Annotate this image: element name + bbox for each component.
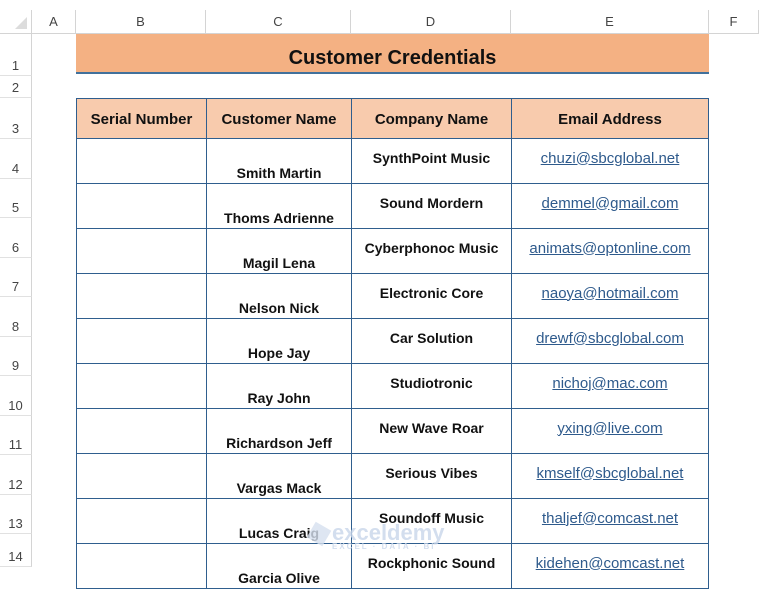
serial-cell[interactable] <box>76 498 207 544</box>
customer-name-cell[interactable]: Ray John <box>206 363 352 409</box>
table-row: Vargas Mack Serious Vibes kmself@sbcglobal… <box>76 453 709 499</box>
company-name-cell[interactable]: SynthPoint Music <box>351 138 512 184</box>
email-link[interactable]: chuzi@sbcglobal.net <box>541 150 680 167</box>
column-header-d[interactable]: D <box>351 10 511 34</box>
column-header-a[interactable]: A <box>32 10 76 34</box>
email-link[interactable]: kidehen@comcast.net <box>536 555 685 572</box>
serial-cell[interactable] <box>76 138 207 184</box>
serial-cell[interactable] <box>76 408 207 454</box>
company-name-cell[interactable]: Cyberphonoc Music <box>351 228 512 274</box>
table-header-row: Serial Number Customer Name Company Name… <box>76 98 709 139</box>
select-all-corner[interactable] <box>0 10 32 34</box>
table-row: Smith Martin SynthPoint Music chuzi@sbcglo… <box>76 138 709 184</box>
customer-name-cell[interactable]: Hope Jay <box>206 318 352 364</box>
row-header-1[interactable]: 1 <box>0 34 32 76</box>
serial-cell[interactable] <box>76 543 207 589</box>
company-name-cell[interactable]: Serious Vibes <box>351 453 512 499</box>
row-header-2[interactable]: 2 <box>0 76 32 98</box>
header-customer-name[interactable]: Customer Name <box>206 98 352 139</box>
column-header-e[interactable]: E <box>511 10 709 34</box>
email-cell[interactable]: kmself@sbcglobal.net <box>511 453 709 499</box>
email-cell[interactable]: demmel@gmail.com <box>511 183 709 229</box>
header-email-address[interactable]: Email Address <box>511 98 709 139</box>
table-row: Ray John Studiotronic nichoj@mac.com <box>76 363 709 409</box>
company-name-cell[interactable]: Sound Mordern <box>351 183 512 229</box>
email-cell[interactable]: chuzi@sbcglobal.net <box>511 138 709 184</box>
watermark: exceldemy EXCEL · DATA · BI <box>306 520 445 551</box>
email-link[interactable]: demmel@gmail.com <box>542 195 679 212</box>
row-header-4[interactable]: 4 <box>0 139 32 179</box>
row-header-10[interactable]: 10 <box>0 376 32 416</box>
table-row: Richardson Jeff New Wave Roar yxing@live.c… <box>76 408 709 454</box>
company-name-cell[interactable]: New Wave Roar <box>351 408 512 454</box>
company-name-cell[interactable]: Studiotronic <box>351 363 512 409</box>
email-link[interactable]: naoya@hotmail.com <box>542 285 679 302</box>
column-header-c[interactable]: C <box>206 10 351 34</box>
row-header-13[interactable]: 13 <box>0 495 32 534</box>
column-header-b[interactable]: B <box>76 10 206 34</box>
serial-cell[interactable] <box>76 273 207 319</box>
exceldemy-logo-icon <box>306 521 332 547</box>
row-header-6[interactable]: 6 <box>0 218 32 258</box>
row-header-8[interactable]: 8 <box>0 297 32 337</box>
row-header-5[interactable]: 5 <box>0 179 32 218</box>
customer-name-cell[interactable]: Richardson Jeff <box>206 408 352 454</box>
email-link[interactable]: yxing@live.com <box>557 420 662 437</box>
row-header-7[interactable]: 7 <box>0 258 32 297</box>
serial-cell[interactable] <box>76 318 207 364</box>
email-cell[interactable]: thaljef@comcast.net <box>511 498 709 544</box>
customer-name-cell[interactable]: Smith Martin <box>206 138 352 184</box>
email-link[interactable]: animats@optonline.com <box>529 240 690 257</box>
email-link[interactable]: kmself@sbcglobal.net <box>537 465 684 482</box>
serial-cell[interactable] <box>76 363 207 409</box>
email-cell[interactable]: animats@optonline.com <box>511 228 709 274</box>
company-name-cell[interactable]: Electronic Core <box>351 273 512 319</box>
email-link[interactable]: thaljef@comcast.net <box>542 510 678 527</box>
table-row: Hope Jay Car Solution drewf@sbcglobal.com <box>76 318 709 364</box>
email-cell[interactable]: nichoj@mac.com <box>511 363 709 409</box>
select-all-icon <box>15 17 27 29</box>
row-header-12[interactable]: 12 <box>0 455 32 495</box>
customer-name-cell[interactable]: Thoms Adrienne <box>206 183 352 229</box>
header-serial-number[interactable]: Serial Number <box>76 98 207 139</box>
table-row: Magil Lena Cyberphonoc Music animats@opton… <box>76 228 709 274</box>
serial-cell[interactable] <box>76 453 207 499</box>
watermark-tagline: EXCEL · DATA · BI <box>332 542 436 551</box>
serial-cell[interactable] <box>76 183 207 229</box>
email-cell[interactable]: naoya@hotmail.com <box>511 273 709 319</box>
table-row: Nelson Nick Electronic Core naoya@hotmail.… <box>76 273 709 319</box>
sheet-title[interactable]: Customer Credentials <box>76 34 709 74</box>
customer-name-cell[interactable]: Nelson Nick <box>206 273 352 319</box>
header-company-name[interactable]: Company Name <box>351 98 512 139</box>
email-link[interactable]: nichoj@mac.com <box>552 375 667 392</box>
row-header-3[interactable]: 3 <box>0 98 32 139</box>
email-cell[interactable]: kidehen@comcast.net <box>511 543 709 589</box>
email-cell[interactable]: drewf@sbcglobal.com <box>511 318 709 364</box>
email-cell[interactable]: yxing@live.com <box>511 408 709 454</box>
serial-cell[interactable] <box>76 228 207 274</box>
company-name-cell[interactable]: Car Solution <box>351 318 512 364</box>
row-header-9[interactable]: 9 <box>0 337 32 376</box>
customer-name-cell[interactable]: Vargas Mack <box>206 453 352 499</box>
email-link[interactable]: drewf@sbcglobal.com <box>536 330 684 347</box>
table-row: Thoms Adrienne Sound Mordern demmel@gmail.… <box>76 183 709 229</box>
customer-name-cell[interactable]: Magil Lena <box>206 228 352 274</box>
row-header-14[interactable]: 14 <box>0 534 32 567</box>
row-header-11[interactable]: 11 <box>0 416 32 455</box>
column-header-f[interactable]: F <box>709 10 759 34</box>
customer-table: Serial Number Customer Name Company Name… <box>76 98 709 589</box>
